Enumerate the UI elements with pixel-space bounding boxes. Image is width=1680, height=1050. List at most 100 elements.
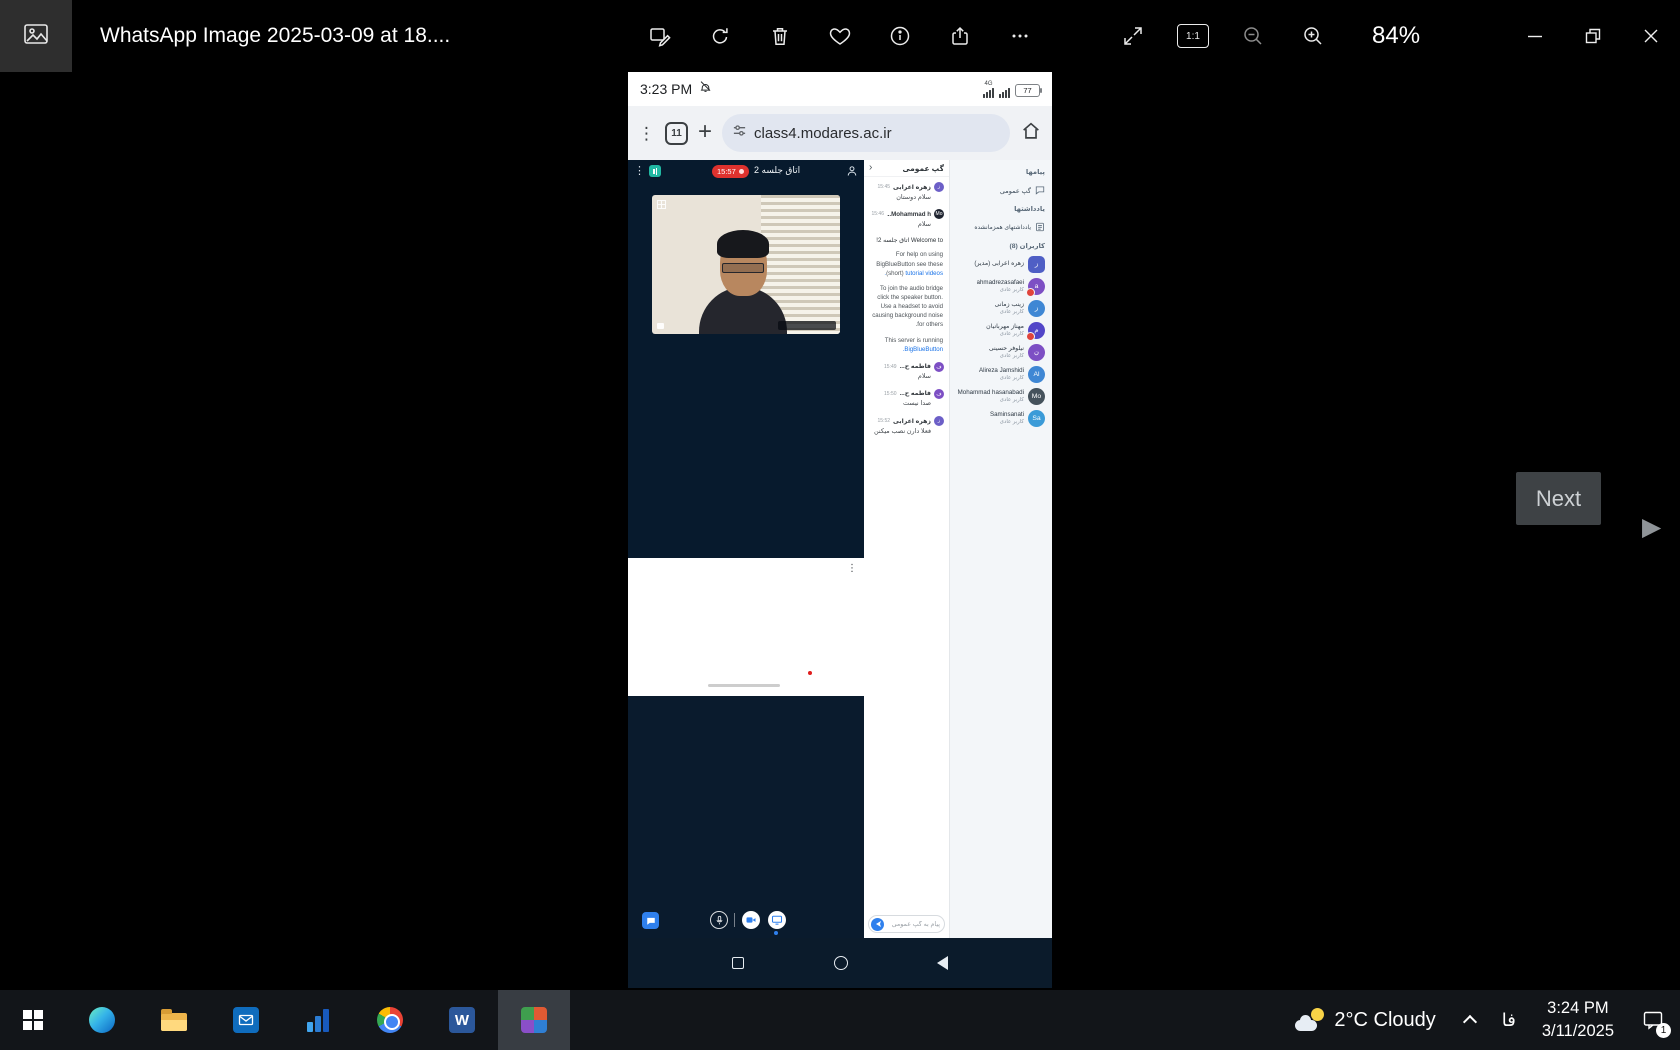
language-indicator[interactable]: فا bbox=[1488, 990, 1530, 1050]
leave-session-icon bbox=[846, 164, 858, 182]
user-avatar: م bbox=[1028, 322, 1045, 339]
zoom-in-button[interactable] bbox=[1296, 14, 1330, 58]
chevron-back-icon: ‹ bbox=[869, 163, 872, 173]
message-time: 15:50 bbox=[884, 391, 897, 397]
chevron-up-icon bbox=[1463, 1015, 1477, 1029]
info-button[interactable] bbox=[883, 14, 917, 58]
user-list-item: ن نیلوفر حسینی کاربر عادی bbox=[956, 341, 1046, 363]
next-image-button[interactable]: ▶ bbox=[1642, 512, 1661, 542]
app-gallery-button[interactable] bbox=[0, 0, 72, 72]
photos-app-window: WhatsApp Image 2025-03-09 at 18.... bbox=[0, 0, 1680, 1050]
avatar: ف bbox=[934, 389, 944, 399]
avatar: ز bbox=[934, 416, 944, 426]
message-time: 15:45 bbox=[878, 184, 891, 190]
taskbar-time: 3:24 PM bbox=[1547, 997, 1608, 1020]
user-role: کاربر عادی bbox=[958, 397, 1024, 404]
tab-counter: 11 bbox=[665, 122, 688, 145]
phone-screenshot-photo[interactable]: 3:23 PM 4G 77 ⋮ 11 + bbox=[628, 72, 1052, 988]
chat-message: ف فاطمه ح... 15:50 صدا نیست bbox=[869, 389, 944, 409]
screenshare-button bbox=[768, 911, 786, 929]
user-list-item: a ahmadrezasafaei کاربر عادی bbox=[956, 275, 1046, 297]
send-message-icon bbox=[871, 918, 884, 931]
chat-toggle-button bbox=[642, 912, 659, 929]
cell-signal-icon: 4G bbox=[983, 81, 994, 98]
zoom-out-button[interactable] bbox=[1236, 14, 1270, 58]
taskbar-chrome-button[interactable] bbox=[354, 990, 426, 1050]
sender-name: Mohammad h... bbox=[887, 211, 931, 218]
room-title: اتاق جلسه 2 bbox=[754, 165, 800, 176]
record-dot-icon bbox=[739, 169, 744, 174]
message-time: 15:52 bbox=[878, 418, 891, 424]
taskbar-clock[interactable]: 3:24 PM 3/11/2025 bbox=[1530, 990, 1626, 1050]
shared-notes-item: یادداشتهای همزمانشده bbox=[956, 216, 1046, 239]
chat-message: ف فاطمه ح... 15:49 سلام bbox=[869, 362, 944, 382]
taskbar-word-button[interactable]: W bbox=[426, 990, 498, 1050]
actual-size-button[interactable]: 1:1 bbox=[1176, 14, 1210, 58]
user-avatar: Mo bbox=[1028, 388, 1045, 405]
avatar: ف bbox=[934, 362, 944, 372]
system-tray: 2°C Cloudy فا 3:24 PM 3/11/2025 1 bbox=[1279, 990, 1680, 1050]
user-name: مهناز مهربانیان bbox=[986, 323, 1024, 331]
start-button[interactable] bbox=[0, 990, 66, 1050]
url-bar: class4.modares.ac.ir bbox=[722, 114, 1010, 152]
phone-status-bar: 3:23 PM 4G 77 bbox=[628, 72, 1052, 106]
share-button[interactable] bbox=[943, 14, 977, 58]
windows-logo-icon bbox=[22, 1009, 44, 1031]
laser-pointer-dot bbox=[808, 671, 812, 675]
user-role: کاربر عادی bbox=[990, 419, 1024, 426]
action-center-button[interactable]: 1 bbox=[1626, 990, 1680, 1050]
restore-button[interactable] bbox=[1564, 0, 1622, 72]
favorite-button[interactable] bbox=[823, 14, 857, 58]
file-explorer-icon bbox=[161, 1013, 187, 1031]
taskbar-edge-button[interactable] bbox=[66, 990, 138, 1050]
close-button[interactable] bbox=[1622, 0, 1680, 72]
taskbar-date: 3/11/2025 bbox=[1542, 1020, 1614, 1043]
user-role: کاربر عادی bbox=[989, 353, 1024, 360]
user-avatar: ن bbox=[1028, 344, 1045, 361]
message-text: سلام دوستان bbox=[869, 194, 931, 203]
rotate-button[interactable] bbox=[703, 14, 737, 58]
notes-icon bbox=[1035, 219, 1045, 237]
file-title: WhatsApp Image 2025-03-09 at 18.... bbox=[100, 0, 450, 72]
fullscreen-button[interactable] bbox=[1116, 14, 1150, 58]
user-name: زهره اعرابی (مدیر) bbox=[974, 260, 1024, 268]
edit-image-button[interactable] bbox=[643, 14, 677, 58]
home-button-icon bbox=[834, 956, 848, 970]
messages-section-header: پیامها bbox=[957, 168, 1045, 176]
zoom-level: 84% bbox=[1372, 22, 1420, 50]
site-settings-icon bbox=[732, 123, 747, 143]
taskbar-chart-app-button[interactable] bbox=[282, 990, 354, 1050]
message-time: 15:46 bbox=[871, 211, 884, 217]
chat-messages: ز زهره اعرابی 15:45 سلام دوستان Mo bbox=[864, 177, 949, 911]
taskbar-file-explorer-button[interactable] bbox=[138, 990, 210, 1050]
delete-button[interactable] bbox=[763, 14, 797, 58]
user-role: کاربر عادی bbox=[979, 375, 1024, 382]
controls-divider bbox=[734, 913, 735, 927]
user-list-item: ز زینب زمانی کاربر عادی bbox=[956, 297, 1046, 319]
user-list-item: Mo Mohammad hasanabadi کاربر عادی bbox=[956, 385, 1046, 407]
battery-icon: 77 bbox=[1015, 84, 1040, 97]
presentation-whiteboard: ⋮ bbox=[628, 558, 864, 696]
user-name: Alireza Jamshidi bbox=[979, 367, 1024, 375]
next-tooltip: Next bbox=[1516, 472, 1601, 525]
minimize-button[interactable] bbox=[1506, 0, 1564, 72]
cloudy-weather-icon bbox=[1295, 1008, 1325, 1032]
user-avatar: ز bbox=[1028, 256, 1045, 273]
tray-overflow-button[interactable] bbox=[1452, 990, 1488, 1050]
chat-bubble-icon bbox=[1035, 182, 1045, 200]
users-section-header: کاربران (8) bbox=[957, 242, 1045, 250]
weather-text: 2°C Cloudy bbox=[1334, 1009, 1435, 1032]
webcam-name-label bbox=[778, 321, 836, 330]
camera-button bbox=[742, 911, 760, 929]
meeting-main-column: ⋮ 15:57 اتاق جلسه 2 bbox=[628, 160, 864, 938]
user-name: Saminsanati bbox=[990, 411, 1024, 419]
public-chat-panel: گپ عمومی ‹ ز زهره اعرابی 15:45 bbox=[864, 160, 950, 938]
more-options-button[interactable] bbox=[1003, 14, 1037, 58]
chrome-icon bbox=[377, 1007, 403, 1033]
user-name: نیلوفر حسینی bbox=[989, 345, 1024, 353]
taskbar-photos-button[interactable] bbox=[498, 990, 570, 1050]
notification-badge: 1 bbox=[1656, 1023, 1671, 1038]
weather-widget[interactable]: 2°C Cloudy bbox=[1279, 990, 1451, 1050]
user-avatar: Sa bbox=[1028, 410, 1045, 427]
taskbar-mail-button[interactable] bbox=[210, 990, 282, 1050]
